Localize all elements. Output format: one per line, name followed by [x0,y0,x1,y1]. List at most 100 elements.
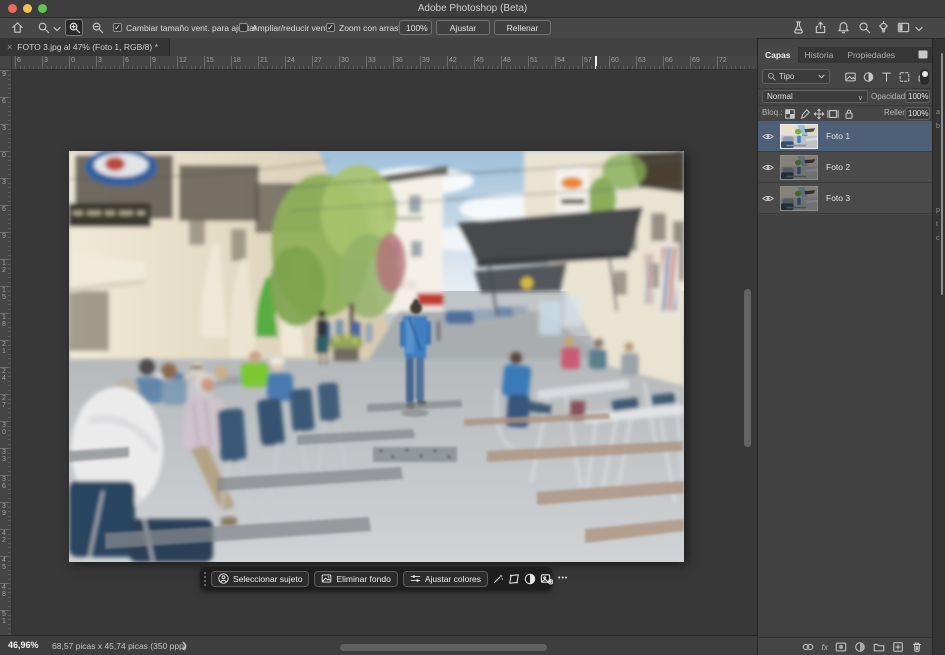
layer-name[interactable]: Foto 1 [826,131,850,141]
layers-list: Foto 1 Foto 2 Foto 3 [758,121,932,215]
document-tab-title: FOTO 3.jpg al 47% (Foto 1, RGB/8) * [17,42,158,52]
fit-screen-button[interactable]: Ajustar pant. [436,20,490,35]
generative-image-icon [540,572,553,585]
layer-visibility-toggle[interactable] [758,194,778,203]
transform-button[interactable] [508,571,520,587]
fill-value: 100% [908,109,928,118]
home-icon [11,21,24,34]
layer-thumbnail[interactable] [780,186,818,211]
horizontal-scrollbar[interactable] [340,644,547,651]
filter-type-layers-icon[interactable] [880,71,893,83]
dock-fragment: a [936,109,940,116]
blend-mode-value: Normal [767,92,793,101]
status-zoom-level[interactable]: 46,96% [8,640,39,650]
zoom-in-button[interactable] [65,19,83,36]
zoom-in-icon [68,21,81,34]
workspace-selector[interactable] [897,21,917,35]
document-canvas[interactable] [69,151,684,562]
layer-filter-type[interactable]: Tipo [762,69,830,84]
lock-transparency-icon[interactable] [784,108,796,120]
resize-window-checkbox[interactable] [113,23,122,32]
remove-background-label: Eliminar fondo [336,574,390,584]
dock-scrollbar[interactable] [941,53,943,295]
zoom-out-button[interactable] [88,19,106,36]
filter-pixel-layers-icon[interactable] [844,71,857,83]
workspace-icon [897,21,910,34]
layer-thumbnail[interactable] [780,124,818,149]
lock-artboard-icon[interactable] [827,108,839,120]
new-group-icon[interactable] [873,641,885,653]
status-document-size: 68,57 picas x 45,74 picas (350 ppp) [52,641,187,651]
add-mask-icon[interactable] [835,641,847,653]
layer-row-foto3[interactable]: Foto 3 [758,183,932,214]
tool-options-bar: Cambiar tamaño vent. para ajustar Amplia… [0,18,945,39]
vertical-ruler[interactable]: 96303691 21 51 82 12 42 73 03 33 63 94 2… [0,70,12,635]
zoom-all-windows-checkbox[interactable] [239,23,248,32]
half-circle-icon [524,573,536,585]
layer-row-foto1[interactable]: Foto 1 [758,121,932,152]
layer-effects-icon[interactable]: fx [821,642,828,652]
zoom-100-button[interactable]: 100% [399,20,432,35]
horizontal-ruler[interactable]: 6303691215182124273033363942454851545760… [12,56,757,70]
remove-background-button[interactable]: Eliminar fondo [314,571,397,587]
layer-name[interactable]: Foto 3 [826,193,850,203]
opacity-value: 100% [908,92,928,101]
taskbar-drag-handle[interactable] [204,572,206,586]
collapsed-dock-strip: a b p t c [932,39,945,655]
opacity-select[interactable]: 100% [905,90,930,103]
adjustment-button[interactable] [524,571,536,587]
sliders-icon [410,573,421,584]
filter-adjustment-layers-icon[interactable] [862,71,875,83]
taskbar-more-button[interactable]: ••• [558,575,568,582]
layer-filter-row: Tipo [758,66,932,89]
layer-name[interactable]: Foto 2 [826,162,850,172]
layer-visibility-toggle[interactable] [758,163,778,172]
notifications-button[interactable] [837,21,851,35]
panel-menu-icon[interactable] [918,50,928,59]
layer-visibility-toggle[interactable] [758,132,778,141]
new-layer-icon[interactable] [892,641,904,653]
adjust-colors-button[interactable]: Ajustar colores [403,571,488,587]
magnifier-icon [37,21,50,34]
adjustment-layer-icon[interactable] [854,641,866,653]
document-tab[interactable]: × FOTO 3.jpg al 47% (Foto 1, RGB/8) * [0,38,170,56]
tool-chevron-icon[interactable] [53,26,61,32]
filter-shape-layers-icon[interactable] [898,71,911,83]
close-tab-icon[interactable]: × [7,42,12,52]
delete-layer-icon[interactable] [911,641,923,653]
scrubby-zoom-checkbox[interactable] [326,23,335,32]
magic-wand-button[interactable] [492,571,504,587]
beta-feedback-button[interactable] [792,21,806,35]
tab-propiedades[interactable]: Propiedades [840,47,902,63]
fill-screen-button[interactable]: Rellenar pant. [494,20,551,35]
filter-chevron-icon [818,74,825,79]
share-button[interactable] [814,21,828,35]
workspace-chevron-icon[interactable] [915,26,923,32]
fill-select[interactable]: 100% [905,107,930,120]
filter-toggle[interactable] [920,69,929,85]
generative-image-button[interactable] [540,571,553,587]
link-layers-icon[interactable] [802,641,814,653]
blend-mode-row: Normal ∨ Opacidad: 100% [758,88,932,106]
flask-icon [792,21,805,34]
tab-capas[interactable]: Capas [758,47,798,63]
vertical-scrollbar[interactable] [744,289,751,447]
lightbulb-icon [877,21,890,34]
select-subject-button[interactable]: Seleccionar sujeto [211,571,309,587]
magic-wand-icon [492,573,504,585]
tab-historia[interactable]: Historia [798,47,841,63]
discover-button[interactable] [877,21,891,35]
canvas-pasteboard[interactable]: Seleccionar sujeto Eliminar fondo Ajusta… [12,70,757,635]
lock-pixels-icon[interactable] [799,108,811,120]
layers-panel-empty-area [758,215,932,638]
lock-all-icon[interactable] [843,108,855,120]
dock-fragment: t [936,221,938,228]
layer-row-foto2[interactable]: Foto 2 [758,152,932,183]
status-options-chevron[interactable]: ❯ [181,641,188,650]
zoom-tool-button[interactable] [34,19,52,36]
layer-thumbnail[interactable] [780,155,818,180]
blend-mode-select[interactable]: Normal ∨ [762,90,868,103]
lock-position-icon[interactable] [813,108,825,120]
search-button[interactable] [858,21,872,35]
home-button[interactable] [8,19,26,36]
